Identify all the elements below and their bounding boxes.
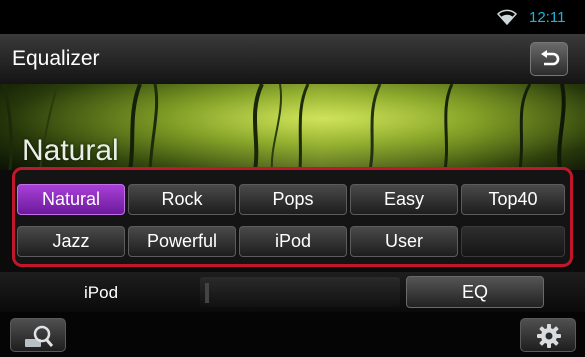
- preset-jazz-button[interactable]: Jazz: [17, 226, 125, 257]
- preset-top40-button[interactable]: Top40: [461, 184, 565, 215]
- preset-ipod-button[interactable]: iPod: [239, 226, 347, 257]
- preset-powerful-button[interactable]: Powerful: [128, 226, 236, 257]
- preset-natural-button[interactable]: Natural: [17, 184, 125, 215]
- source-label: iPod: [84, 283, 119, 302]
- preset-easy-button[interactable]: Easy: [350, 184, 458, 215]
- search-icon: [25, 325, 53, 347]
- gear-icon: [537, 324, 561, 348]
- preset-user-button[interactable]: User: [350, 226, 458, 257]
- source-slider-track[interactable]: [200, 277, 400, 307]
- settings-button[interactable]: [520, 318, 576, 352]
- eq-button[interactable]: EQ: [406, 276, 544, 308]
- search-button[interactable]: [10, 318, 66, 352]
- source-slider-handle[interactable]: [205, 283, 209, 303]
- preset-pops-button[interactable]: Pops: [239, 184, 347, 215]
- clock: 12:11: [529, 9, 566, 26]
- preset-rock-button[interactable]: Rock: [128, 184, 236, 215]
- current-preset-name: Natural: [22, 134, 119, 167]
- footer-bar: [0, 312, 585, 357]
- page-title: Equalizer: [12, 47, 100, 70]
- back-arrow-icon: [541, 50, 560, 66]
- wifi-icon: [497, 9, 517, 26]
- back-button[interactable]: [530, 42, 568, 76]
- preset-empty-slot: [461, 226, 565, 257]
